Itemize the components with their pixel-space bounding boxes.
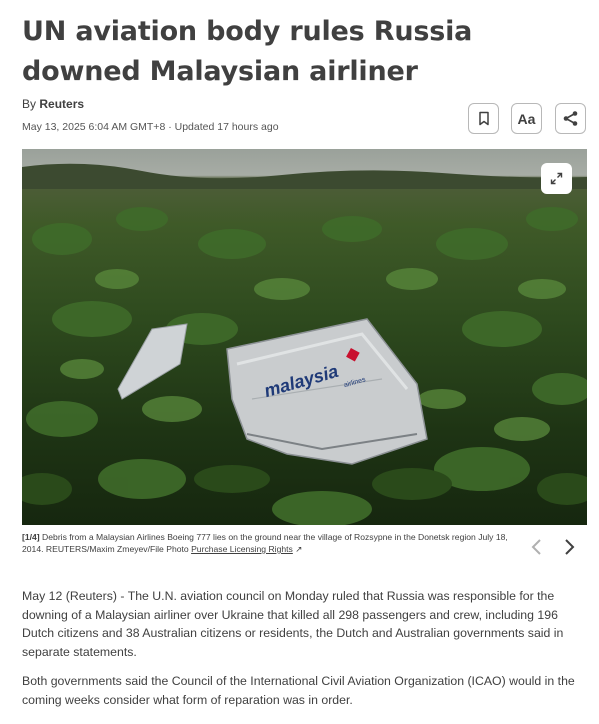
- share-icon: [563, 111, 578, 126]
- byline: By Reuters: [22, 97, 84, 111]
- gallery-next-button[interactable]: [560, 537, 580, 557]
- text-size-button[interactable]: Aa: [511, 103, 542, 134]
- article-dateline: May 13, 2025 6:04 AM GMT+8 · Updated 17 …: [22, 121, 279, 133]
- debris-in-field-image: malaysia airlines: [22, 163, 587, 525]
- article-paragraph-1: May 12 (Reuters) - The U.N. aviation cou…: [22, 589, 564, 659]
- chevron-left-icon: [531, 539, 541, 555]
- byline-author[interactable]: Reuters: [39, 97, 84, 111]
- article-paragraph-2: Both governments said the Council of the…: [22, 674, 575, 707]
- chevron-right-icon: [565, 539, 575, 555]
- external-link-icon: ↗: [295, 544, 303, 554]
- licensing-link[interactable]: Purchase Licensing Rights: [191, 544, 293, 554]
- bookmark-button[interactable]: [468, 103, 499, 134]
- expand-icon: [550, 172, 563, 185]
- photo-caption: [1/4] Debris from a Malaysian Airlines B…: [22, 531, 512, 555]
- gallery-prev-button[interactable]: [526, 537, 546, 557]
- bookmark-icon: [478, 111, 489, 126]
- byline-prefix: By: [22, 97, 37, 111]
- share-button[interactable]: [555, 103, 586, 134]
- expand-photo-button[interactable]: [541, 163, 572, 194]
- article-photo[interactable]: malaysia airlines: [22, 149, 587, 525]
- gallery-counter: [1/4]: [22, 532, 40, 542]
- article-headline: UN aviation body rules Russia downed Mal…: [22, 16, 473, 87]
